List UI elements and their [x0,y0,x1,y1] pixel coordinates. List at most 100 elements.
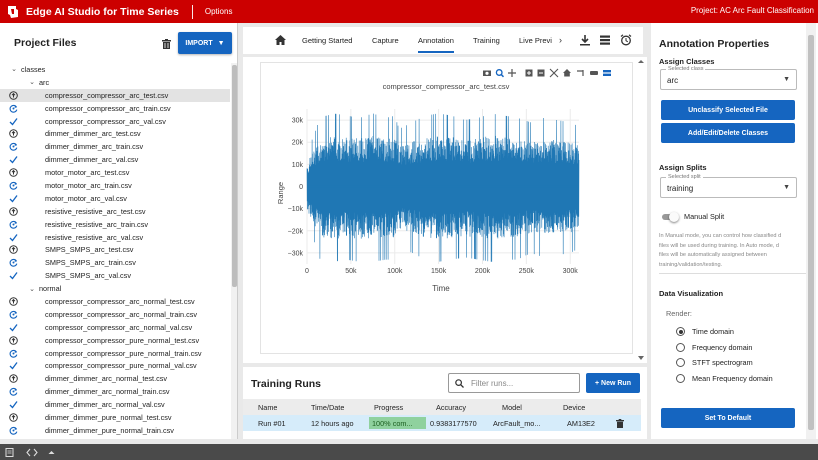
manual-split-toggle[interactable] [660,211,680,222]
tab-getting-started[interactable]: Getting Started [302,36,352,45]
filter-runs-input[interactable]: Filter runs... [448,373,580,393]
hover-closest-icon[interactable] [590,71,598,75]
tree-file[interactable]: compressor_compressor_arc_normal_test.cs… [0,295,230,308]
code-icon[interactable] [26,448,38,457]
tree-file[interactable]: motor_motor_arc_train.csv [0,179,230,192]
pan-icon[interactable] [508,69,516,77]
tree-file[interactable]: dimmer_dimmer_arc_normal_val.csv [0,398,230,411]
render-option-radio[interactable]: Time domain [676,327,734,336]
refresh-icon [9,220,18,229]
tree-file[interactable]: motor_motor_arc_val.csv [0,192,230,205]
split-select[interactable]: Selected split training ▼ [660,174,797,198]
tree-folder[interactable]: ⌄ normal [0,282,230,295]
tree-file[interactable]: compressor_compressor_arc_normal_train.c… [0,308,230,321]
tab-annotation[interactable]: Annotation [418,36,454,53]
chart-panel-scrollbar[interactable] [638,60,644,360]
tree-item-label: resistive_resistive_arc_test.csv [45,206,146,216]
tree-item-label: compressor_compressor_pure_normal_train.… [45,348,202,358]
tree-file[interactable]: SMPS_SMPS_arc_test.csv [0,243,230,256]
radio-button[interactable] [676,358,685,367]
tree-file[interactable]: dimmer_dimmer_arc_test.csv [0,127,230,140]
hover-compare-icon[interactable] [603,70,611,76]
options-menu[interactable]: Options [205,7,233,16]
edit-classes-button[interactable]: Add/Edit/Delete Classes [661,123,795,143]
zoom-in-icon[interactable] [525,69,533,77]
render-option-radio[interactable]: Frequency domain [676,342,752,352]
zoom-icon[interactable] [495,69,505,78]
tab-capture[interactable]: Capture [372,36,399,45]
tree-file[interactable]: compressor_compressor_arc_normal_val.csv [0,321,230,334]
chevron-up-icon[interactable] [47,448,56,457]
new-run-button[interactable]: + New Run [586,373,640,393]
tree-file[interactable]: motor_motor_arc_test.csv [0,166,230,179]
tree-file[interactable]: resistive_resistive_arc_test.csv [0,205,230,218]
tree-folder[interactable]: ⌄ classes [0,63,230,76]
home-icon[interactable] [563,69,571,77]
tree-file[interactable]: resistive_resistive_arc_train.csv [0,218,230,231]
upload-icon [9,374,18,384]
zoom-out-icon[interactable] [537,69,545,77]
render-option-radio[interactable]: STFT spectrogram [676,358,753,367]
chevron-right-icon[interactable]: › [559,35,562,45]
camera-icon[interactable] [483,70,491,77]
col-accuracy[interactable]: Accuracy [436,403,466,412]
home-icon[interactable] [275,35,286,45]
chevron-down-icon[interactable]: ⌄ [28,78,36,86]
trash-icon[interactable] [162,39,171,49]
spike-lines-icon[interactable] [577,70,584,76]
tree-folder[interactable]: ⌄ arc [0,76,230,89]
tree-item-label: dimmer_dimmer_pure_normal_train.csv [45,425,174,435]
tree-file[interactable]: dimmer_dimmer_arc_train.csv [0,140,230,153]
chevron-down-icon[interactable]: ⌄ [28,285,36,293]
tree-file[interactable]: resistive_resistive_arc_val.csv [0,231,230,244]
time-series-chart[interactable]: compressor_compressor_arc_test.csv 0 50k 1… [261,63,634,355]
class-select[interactable]: Selected class arc ▼ [660,66,797,90]
col-name[interactable]: Name [258,403,277,412]
tree-file[interactable]: dimmer_dimmer_arc_val.csv [0,153,230,166]
tree-file[interactable]: dimmer_dimmer_pure_normal_test.csv [0,411,230,424]
tree-file[interactable]: SMPS_SMPS_arc_train.csv [0,256,230,269]
tree-item-label: SMPS_SMPS_arc_train.csv [45,258,136,268]
tab-live-preview[interactable]: Live Previ [519,36,552,45]
import-button[interactable]: IMPORT ▼ [178,32,232,54]
render-option-radio[interactable]: Mean Frequency domain [676,373,773,383]
table-row[interactable]: Run #01 12 hours ago 100% com... 0.93831… [243,415,641,431]
tree-file[interactable]: compressor_compressor_pure_normal_train.… [0,347,230,360]
chevron-down-icon[interactable]: ⌄ [10,65,18,73]
delete-run-icon[interactable] [616,419,624,428]
tree-file[interactable]: compressor_compressor_pure_normal_test.c… [0,334,230,347]
tree-file[interactable]: dimmer_dimmer_arc_normal_train.csv [0,385,230,398]
title-divider [191,4,193,19]
alarm-clock-icon[interactable] [620,34,632,46]
download-icon[interactable] [579,34,591,46]
radio-button[interactable] [676,373,685,383]
tab-training[interactable]: Training [473,36,500,45]
col-progress[interactable]: Progress [374,403,403,412]
upload-icon [9,90,18,100]
run-name: Run #01 [258,419,286,428]
tree-file[interactable]: dimmer_dimmer_pure_normal_train.csv [0,424,230,437]
tree-file[interactable]: SMPS_SMPS_arc_val.csv [0,269,230,282]
file-tree-scrollbar[interactable] [231,63,237,439]
set-default-button[interactable]: Set To Default [661,408,795,428]
tree-file[interactable]: compressor_compressor_arc_train.csv [0,102,230,115]
tree-file[interactable]: dimmer_dimmer_arc_normal_test.csv [0,372,230,385]
col-time-date[interactable]: Time/Date [311,403,344,412]
tree-file[interactable]: compressor_compressor_arc_test.csv [0,88,230,102]
tree-item-label: dimmer_dimmer_arc_normal_train.csv [45,387,170,397]
list-view-icon[interactable] [599,34,611,46]
radio-button[interactable] [676,342,685,352]
col-model[interactable]: Model [502,403,522,412]
run-device: AM13E2 [567,419,595,428]
tree-file[interactable]: compressor_compressor_pure_normal_val.cs… [0,359,230,372]
tree-file[interactable]: compressor_compressor_arc_val.csv [0,115,230,128]
unclassify-button[interactable]: Unclassify Selected File [661,100,795,120]
caret-down-icon: ▼ [783,184,790,191]
run-progress-text: 100% com... [372,419,413,428]
document-icon[interactable] [5,448,14,457]
caret-down-icon: ▼ [783,76,790,83]
radio-button[interactable] [676,327,685,336]
autoscale-icon[interactable] [549,68,559,78]
col-device[interactable]: Device [563,403,585,412]
right-panel-scrollbar[interactable] [806,23,816,439]
